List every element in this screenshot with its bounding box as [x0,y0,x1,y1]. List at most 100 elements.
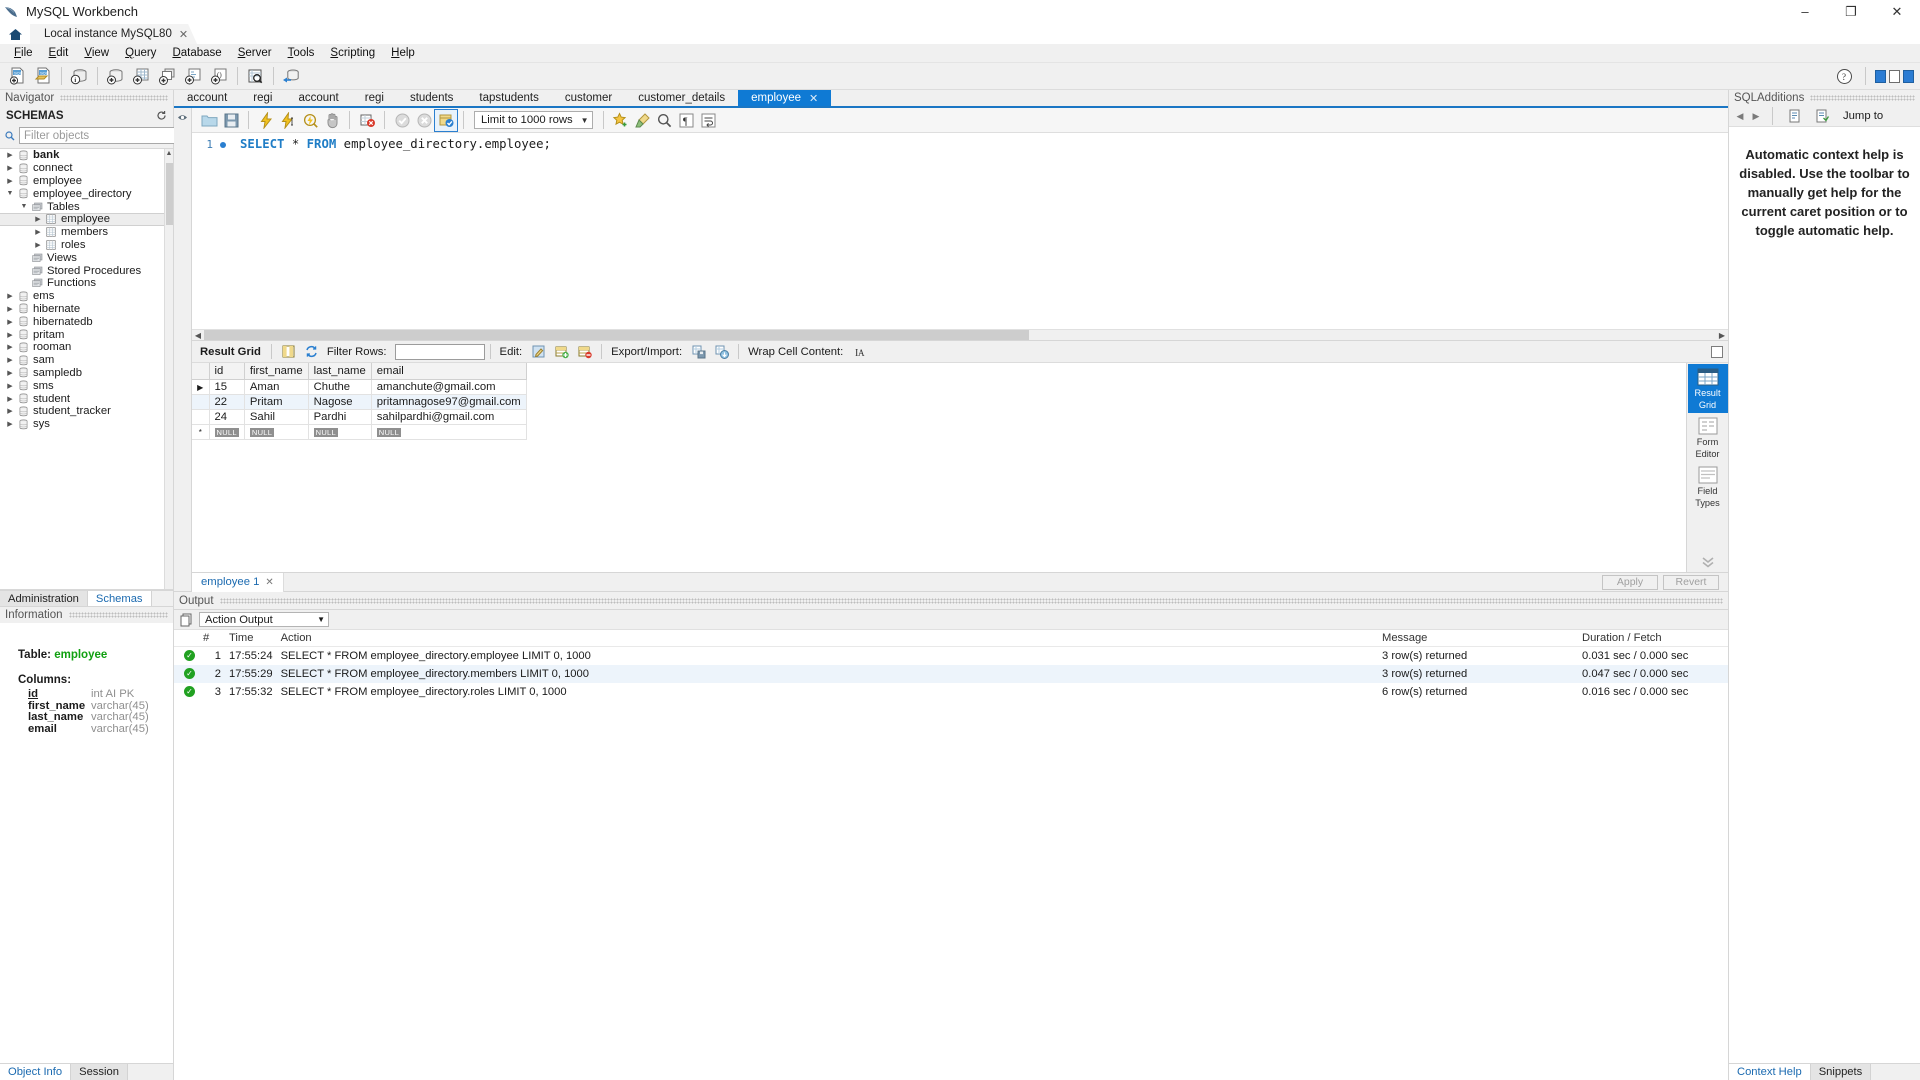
column-header-id[interactable]: id [209,363,245,380]
tree-item-tables[interactable]: ▼ Tables [0,200,173,213]
maximize-button[interactable]: ❐ [1828,0,1874,24]
back-icon[interactable]: ◀ [1734,111,1746,122]
editor-tab-regi[interactable]: regi [240,90,285,106]
chevron-right-icon[interactable]: ▶ [4,407,16,415]
chevron-right-icon[interactable]: ▶ [4,318,16,326]
refresh-grid-button[interactable] [300,341,323,363]
tree-item-roles[interactable]: ▶ roles [0,239,173,252]
toggle-result-panel-button[interactable] [1711,345,1723,358]
toggle-output-button[interactable] [1889,69,1900,83]
tree-item-sys[interactable]: ▶ sys [0,418,173,431]
output-log-body[interactable]: ✓ 1 17:55:24 SELECT * FROM employee_directo… [174,647,1728,701]
table-row[interactable]: ▶ 15 Aman Chuthe amanchute@gmail.com [192,379,527,395]
menu-scripting[interactable]: Scripting [322,45,383,61]
refresh-icon[interactable] [156,110,167,121]
execute-current-statement-button[interactable] [277,110,299,131]
filter-objects-input[interactable] [19,127,183,144]
help-button[interactable]: ? [1833,65,1856,87]
create-schema-button[interactable] [104,65,127,87]
chevron-right-icon[interactable]: ▶ [4,331,16,339]
output-row[interactable]: ✓ 1 17:55:24 SELECT * FROM employee_directo… [174,647,1728,665]
new-sql-tab-button[interactable]: SQL [6,65,29,87]
row-limit-select[interactable]: Limit to 1000 rows ▼ [474,111,593,129]
output-column-header[interactable]: Message [1378,630,1578,647]
output-column-header[interactable]: Time [225,630,277,647]
tree-item-functions[interactable]: Functions [0,277,173,290]
tree-item-rooman[interactable]: ▶ rooman [0,341,173,354]
result-grid-table[interactable]: id first_name last_name email ▶ 15 Aman Chuthe… [192,363,527,440]
forward-icon[interactable]: ▶ [1750,111,1762,122]
chevron-right-icon[interactable]: ▶ [32,241,44,249]
tree-item-stored-procedures[interactable]: Stored Procedures [0,264,173,277]
cell-email[interactable]: sahilpardhi@gmail.com [371,409,527,425]
output-row[interactable]: ✓ 3 17:55:32 SELECT * FROM employee_directo… [174,683,1728,701]
close-icon[interactable]: ✕ [179,28,188,41]
row-marker[interactable]: * [192,424,210,440]
close-button[interactable]: ✕ [1874,0,1920,24]
menu-tools[interactable]: Tools [280,45,323,61]
tree-item-bank[interactable]: ▶ bank [0,149,173,162]
edit-cell-button[interactable] [527,341,550,363]
revert-button[interactable]: Revert [1663,574,1719,590]
tab-context-help[interactable]: Context Help [1729,1064,1811,1080]
cell-first_name[interactable]: Pritam [244,394,309,410]
column-header-last_name[interactable]: last_name [308,363,372,380]
editor-tab-regi[interactable]: regi [352,90,397,106]
sql-code-area[interactable]: 1 SELECT * FROM employee_directory.emplo… [192,133,1728,329]
cell-id[interactable]: 22 [209,394,245,410]
output-log-container[interactable]: # Time Action Message Duration / Fetch ✓ 1 17:… [174,630,1728,1080]
editor-tab-employee[interactable]: employee ✕ [738,90,832,106]
chevron-right-icon[interactable]: ▶ [4,164,16,172]
cell-first_name[interactable]: Sahil [244,409,309,425]
output-type-select[interactable]: Action Output ▼ [199,612,329,627]
row-marker[interactable]: ▶ [192,379,210,395]
editor-tab-students[interactable]: students [397,90,466,106]
create-view-button[interactable] [156,65,179,87]
toggle-automatic-help-button[interactable] [1810,105,1833,127]
toggle-secondary-sidebar-button[interactable] [1903,69,1914,83]
result-tab[interactable]: employee 1 ✕ [192,572,284,592]
editor-tab-customer-details[interactable]: customer_details [625,90,738,106]
chevron-right-icon[interactable]: ▶ [4,305,16,313]
menu-view[interactable]: View [76,45,117,61]
chevron-right-icon[interactable]: ▶ [4,356,16,364]
chevron-right-icon[interactable]: ▶ [32,228,44,236]
tree-item-sam[interactable]: ▶ sam [0,354,173,367]
rollback-button[interactable] [413,110,435,131]
scroll-right-icon[interactable]: ▶ [1716,331,1728,340]
toggle-stop-on-error-button[interactable] [356,110,378,131]
result-grid-body[interactable]: ▶ 15 Aman Chuthe amanchute@gmail.com 22 Pritam… [192,379,527,440]
schema-tree[interactable]: ▶ bank ▶ connect ▶ employee ▼ employee_director… [0,148,173,590]
code-column[interactable]: SELECT * FROM employee_directory.employe… [230,133,1728,329]
chevron-right-icon[interactable]: ▶ [4,343,16,351]
chevron-right-icon[interactable]: ▶ [4,420,16,428]
open-sql-script-button[interactable]: SQL [32,65,55,87]
stop-execution-button[interactable] [321,110,343,131]
connection-info-button[interactable]: i [68,65,91,87]
toggle-sidebar-button[interactable] [1875,69,1886,83]
result-grid-view-button[interactable]: Result Grid [1687,364,1728,413]
tree-item-hibernatedb[interactable]: ▶ hibernatedb [0,315,173,328]
cell-last_name[interactable]: Chuthe [308,379,372,395]
create-function-button[interactable]: () [208,65,231,87]
chevron-down-icon[interactable]: ▼ [18,203,30,210]
create-table-button[interactable] [130,65,153,87]
insert-row-button[interactable] [550,341,573,363]
tree-item-members[interactable]: ▶ members [0,226,173,239]
scroll-track[interactable] [204,330,1716,340]
editor-tab-customer[interactable]: customer [552,90,625,106]
cell-id[interactable]: NULL [209,424,245,440]
toggle-invisible-chars-button[interactable]: ¶ [676,110,698,131]
table-row[interactable]: * NULL NULL NULL NULL [192,424,527,440]
chevron-down-icon[interactable]: ▼ [4,190,16,197]
chevron-right-icon[interactable]: ▶ [4,292,16,300]
output-column-header[interactable]: Action [276,630,1378,647]
commit-button[interactable] [391,110,413,131]
tree-item-employee-directory[interactable]: ▼ employee_directory [0,187,173,200]
scroll-left-icon[interactable]: ◀ [192,331,204,340]
tree-scrollbar[interactable]: ▲ [164,149,173,589]
result-grid-container[interactable]: id first_name last_name email ▶ 15 Aman Chuthe… [192,363,1686,572]
filter-rows-input[interactable] [394,343,485,360]
chevron-right-icon[interactable]: ▶ [4,151,16,159]
form-editor-view-button[interactable]: Form Editor [1688,413,1728,462]
